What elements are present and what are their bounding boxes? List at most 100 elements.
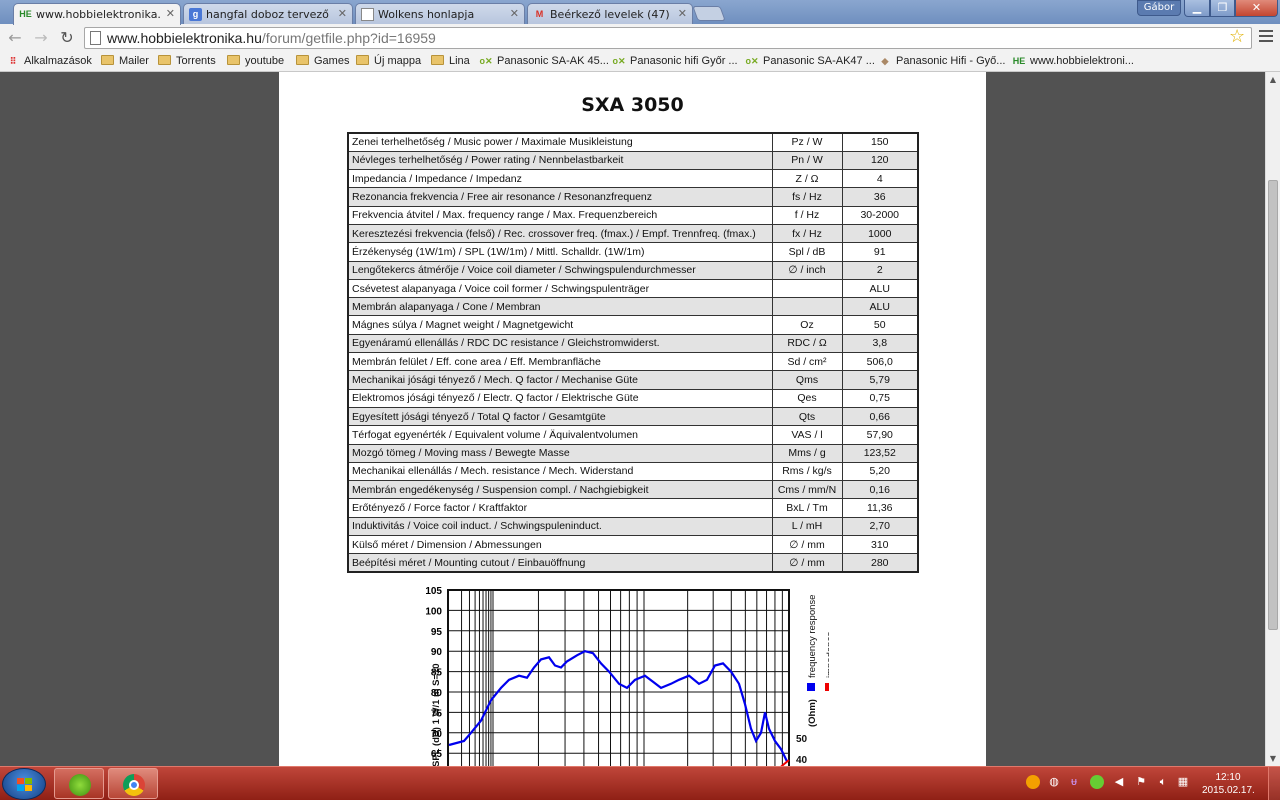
spec-label-cell: Induktivitás / Voice coil induct. / Schw… [347, 516, 773, 537]
table-row: Névleges terhelhetőség / Power rating / … [347, 150, 919, 171]
spec-unit-cell: Sd / cm² [771, 352, 843, 372]
table-row: Zenei terhelhetőség / Music power / Maxi… [347, 132, 919, 152]
spec-value-cell: ALU [841, 278, 919, 299]
bookmark-apps[interactable]: ⠿ Alkalmazások [6, 55, 92, 67]
spec-value-cell: 280 [841, 553, 919, 573]
maximize-button[interactable]: ❐ [1210, 0, 1235, 17]
tray-app-icon[interactable] [1026, 775, 1040, 789]
back-arrow-icon[interactable]: ← [6, 29, 24, 47]
forward-arrow-icon[interactable]: → [32, 29, 50, 47]
scroll-down-arrow-icon[interactable]: ▼ [1266, 751, 1280, 766]
bookmarks-bar: ⠿ Alkalmazások Mailer Torrents youtube Ga… [0, 52, 1280, 72]
graph-y-axis-label: SPL (dB) 1 W/1 m S=10 [431, 663, 442, 766]
windows-taskbar: ◍ ᵾ ◀ ⚑ 🔈︎ ▦ [0, 766, 1280, 800]
graph-right-tick-50: 50 [796, 734, 808, 745]
tab-gmail[interactable]: M Beérkező levelek (47) - gai ✕ [527, 3, 693, 24]
table-row: Frekvencia átvitel / Max. frequency rang… [347, 205, 919, 225]
tray-network-icon[interactable]: ▦ [1176, 775, 1190, 789]
bookmark-folder-mailer[interactable]: Mailer [101, 55, 149, 67]
tray-network-globe-icon[interactable]: ◍ [1047, 775, 1061, 789]
bookmark-hobbielektronika[interactable]: HE www.hobbielektroni... [1012, 55, 1134, 67]
bookmark-olx-3[interactable]: o✕ Panasonic SA-AK47 ... [745, 55, 874, 67]
spec-label-cell: Membrán engedékenység / Suspension compl… [347, 480, 773, 500]
bookmark-panasonic-hifi[interactable]: ◆ Panasonic Hifi - Győ... [878, 55, 1006, 67]
spec-unit-cell: L / mH [771, 516, 843, 537]
spec-label-cell: Egyenáramú ellenállás / RDC DC resistanc… [347, 333, 773, 354]
table-row: Külső méret / Dimension / Abmessungen ∅ /… [347, 535, 919, 555]
spec-label-cell: Lengőtekercs átmérője / Voice coil diame… [347, 260, 773, 280]
spec-unit-cell: ∅ / mm [771, 553, 843, 573]
spec-label-cell: Erőtényező / Force factor / Kraftfaktor [347, 498, 773, 518]
scrollbar-thumb[interactable] [1268, 180, 1278, 630]
table-row: Mágnes súlya / Magnet weight / Magnetgew… [347, 315, 919, 335]
address-bar[interactable]: www.hobbielektronika.hu/forum/getfile.ph… [84, 27, 1252, 49]
spec-value-cell: 0,66 [841, 406, 919, 427]
tab-title: hangfal doboz tervező - G [206, 8, 332, 21]
spec-value-cell: 506,0 [841, 352, 919, 372]
spec-label-cell: Keresztezési frekvencia (felső) / Rec. c… [347, 223, 773, 244]
scroll-up-arrow-icon[interactable]: ▲ [1266, 72, 1280, 87]
spec-unit-cell: ∅ / mm [771, 535, 843, 555]
table-row: Érzékenység (1W/1m) / SPL (1W/1m) / Mitt… [347, 242, 919, 262]
graph-y-tick: 95 [431, 627, 443, 638]
close-tab-icon[interactable]: ✕ [338, 7, 347, 20]
box-icon: ◆ [881, 56, 889, 66]
spec-unit-cell: Spl / dB [771, 242, 843, 262]
browser-toolbar: ← → ↻ www.hobbielektronika.hu/forum/getf… [0, 24, 1280, 52]
tray-volume-icon[interactable]: 🔈︎ [1156, 775, 1170, 789]
tray-flag-icon[interactable]: ⚑ [1134, 775, 1148, 789]
spec-label-cell: Membrán alapanyaga / Cone / Membran [347, 297, 773, 317]
tray-utorrent-icon[interactable] [1090, 775, 1104, 789]
tab-google-search[interactable]: g hangfal doboz tervező - G ✕ [183, 3, 353, 24]
table-row: Térfogat egyenérték / Equivalent volume … [347, 425, 919, 445]
vertical-scrollbar[interactable]: ▲ ▼ [1265, 72, 1280, 766]
close-tab-icon[interactable]: ✕ [510, 7, 519, 20]
bookmark-folder-uj-mappa[interactable]: Új mappa [356, 55, 421, 67]
spec-unit-cell [771, 297, 843, 317]
tab-hobbielektronika[interactable]: HE www.hobbielektronika.hu ✕ [13, 3, 181, 25]
tab-wolkens[interactable]: Wolkens honlapja ✕ [355, 3, 525, 24]
page-info-icon[interactable] [90, 31, 101, 45]
start-button[interactable] [2, 768, 46, 800]
new-tab-button[interactable] [692, 6, 726, 21]
bookmark-olx-1[interactable]: o✕ Panasonic SA-AK 45... [479, 55, 608, 67]
spec-unit-cell: Pz / W [771, 132, 843, 152]
spec-value-cell: 1000 [841, 223, 919, 244]
close-window-button[interactable]: ✕ [1235, 0, 1278, 17]
tab-title: Wolkens honlapja [378, 8, 475, 21]
graph-y-tick: 105 [425, 586, 442, 597]
pdf-viewport[interactable]: SXA 3050 Zenei terhelhetőség / Music pow… [0, 72, 1265, 766]
close-tab-icon[interactable]: ✕ [678, 7, 687, 20]
spec-value-cell: 310 [841, 535, 919, 555]
bookmark-olx-2[interactable]: o✕ Panasonic hifi Győr ... [612, 55, 737, 67]
minimize-button[interactable]: ▁ [1184, 0, 1210, 17]
reload-icon[interactable]: ↻ [58, 29, 76, 47]
hobbielektronika-favicon-icon: HE [19, 9, 32, 19]
spec-unit-cell: Mms / g [771, 443, 843, 463]
bookmark-folder-youtube[interactable]: youtube [227, 55, 284, 67]
bookmark-star-icon[interactable]: ☆ [1229, 26, 1245, 47]
spec-value-cell: 150 [841, 132, 919, 152]
bookmark-folder-torrents[interactable]: Torrents [158, 55, 216, 67]
tray-speaker-small-icon[interactable]: ◀ [1112, 775, 1126, 789]
spec-label-cell: Külső méret / Dimension / Abmessungen [347, 535, 773, 555]
spec-label-cell: Egyesített jósági tényező / Total Q fact… [347, 406, 773, 427]
table-row: Keresztezési frekvencia (felső) / Rec. c… [347, 223, 919, 244]
folder-icon [101, 55, 114, 65]
spec-label-cell: Mechanikai jósági tényező / Mech. Q fact… [347, 370, 773, 390]
user-profile-button[interactable]: Gábor [1137, 0, 1181, 16]
taskbar-chrome[interactable] [108, 768, 158, 799]
spec-unit-cell: Oz [771, 315, 843, 335]
bookmark-folder-games[interactable]: Games [296, 55, 349, 67]
table-row: Lengőtekercs átmérője / Voice coil diame… [347, 260, 919, 280]
show-desktop-button[interactable] [1268, 767, 1280, 800]
tray-app-icon-2[interactable]: ᵾ [1067, 775, 1081, 789]
spec-value-cell: 91 [841, 242, 919, 262]
bookmark-folder-lina[interactable]: Lina [431, 55, 470, 67]
taskbar-utorrent[interactable] [54, 768, 104, 799]
taskbar-clock[interactable]: 12:10 2015.02.17. [1202, 771, 1255, 797]
spec-unit-cell: Rms / kg/s [771, 461, 843, 482]
table-row: Egyesített jósági tényező / Total Q fact… [347, 406, 919, 427]
close-tab-icon[interactable]: ✕ [166, 7, 175, 20]
chrome-menu-icon[interactable] [1259, 30, 1273, 44]
